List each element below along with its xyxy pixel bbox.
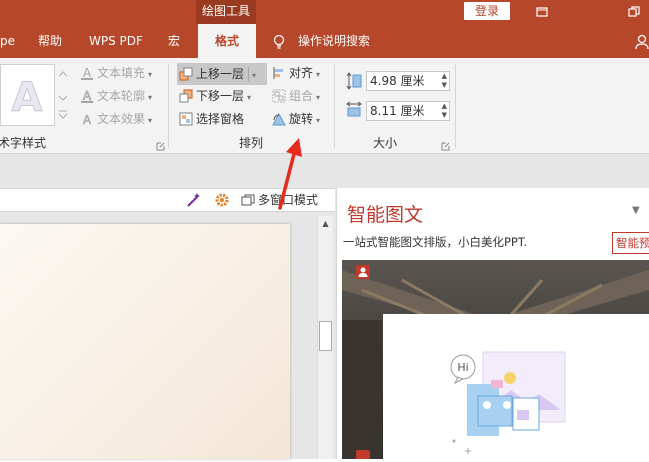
drawing-tools-context-label: 绘图工具 <box>196 0 256 24</box>
group-objects-icon <box>272 89 286 103</box>
send-backward-icon <box>179 89 193 103</box>
send-backward-button[interactable]: 下移一层 ▾ <box>179 86 251 106</box>
text-fill-button[interactable]: A 文本填充 ▾ <box>80 63 152 83</box>
align-button[interactable]: 对齐 ▾ <box>272 63 320 83</box>
restore-window-icon[interactable] <box>530 0 554 24</box>
bookmark-icon[interactable] <box>356 450 370 459</box>
text-effects-icon: A <box>80 112 94 128</box>
tab-help[interactable]: 帮助 <box>38 24 62 58</box>
template-card[interactable]: Hi <box>383 314 649 459</box>
tab-format[interactable]: 格式 <box>198 24 256 58</box>
gallery-scroll[interactable] <box>56 64 70 126</box>
text-effects-button[interactable]: A 文本效果 ▾ <box>80 109 152 129</box>
multi-window-icon <box>241 193 255 207</box>
tell-me-search[interactable]: 操作说明搜索 <box>298 24 370 58</box>
size-dialog-launcher-icon[interactable] <box>441 140 450 151</box>
wordart-group-label: 艺术字样式 <box>0 136 46 150</box>
shape-width-field[interactable]: 8.11 厘米 ▲ ▼ <box>366 101 450 121</box>
wordart-style-gallery[interactable]: A <box>0 64 55 126</box>
slide-canvas[interactable] <box>0 224 290 459</box>
group-separator <box>168 64 169 148</box>
selection-pane-button[interactable]: 选择窗格 <box>179 109 244 129</box>
height-spinner[interactable]: ▲ ▼ <box>442 72 447 90</box>
share-person-icon[interactable] <box>635 34 649 50</box>
group-separator <box>455 64 456 148</box>
hi-bubble-text: Hi <box>457 361 468 374</box>
lightbulb-icon <box>272 34 286 50</box>
template-illustration: Hi <box>450 351 566 454</box>
bring-forward-button[interactable]: 上移一层 ▾ <box>177 63 267 85</box>
svg-text:A: A <box>12 75 43 121</box>
group-button[interactable]: 组合 ▾ <box>272 86 320 106</box>
shape-width-icon <box>346 101 362 119</box>
pane-title: 智能图文 <box>347 204 424 226</box>
width-spinner[interactable]: ▲ ▼ <box>442 102 447 120</box>
rotate-button[interactable]: 旋转 ▾ <box>272 109 320 129</box>
dialog-launcher-icon[interactable] <box>156 140 165 151</box>
bookmark-icon[interactable] <box>356 265 370 279</box>
shape-height-field[interactable]: 4.98 厘米 ▲ ▼ <box>366 71 450 91</box>
rotate-icon <box>272 112 286 126</box>
size-group-label: 大小 <box>372 136 397 150</box>
selection-pane-icon <box>179 112 193 126</box>
scrollbar-thumb[interactable] <box>319 321 332 351</box>
settings-gear-icon[interactable] <box>213 192 231 208</box>
align-icon <box>272 66 286 80</box>
smart-preview-button[interactable]: 智能预 <box>612 232 649 254</box>
group-separator <box>334 64 335 148</box>
svg-text:A: A <box>83 113 92 126</box>
pane-options-chevron-icon[interactable]: ▼ <box>632 205 640 216</box>
shape-height-icon <box>346 72 362 90</box>
svg-text:A: A <box>83 66 92 80</box>
bring-forward-icon <box>179 66 193 81</box>
annotation-arrow <box>270 134 310 210</box>
pane-subtitle: 一站式智能图文排版，小白美化PPT. <box>343 235 528 249</box>
text-outline-button[interactable]: A 文本轮廓 ▾ <box>80 86 152 106</box>
tab-macro[interactable]: 宏 <box>168 24 180 58</box>
magic-wand-icon[interactable] <box>185 192 203 208</box>
tab-pe[interactable]: pe <box>0 24 15 58</box>
tab-wps-pdf[interactable]: WPS PDF <box>89 24 143 58</box>
text-outline-icon: A <box>80 89 94 103</box>
login-button[interactable]: 登录 <box>464 2 510 20</box>
text-fill-icon: A <box>80 66 94 80</box>
svg-text:A: A <box>83 89 92 103</box>
vertical-scrollbar[interactable]: ▲ <box>317 216 333 459</box>
maximize-window-icon[interactable] <box>622 0 646 24</box>
scroll-up-icon[interactable]: ▲ <box>320 219 331 229</box>
